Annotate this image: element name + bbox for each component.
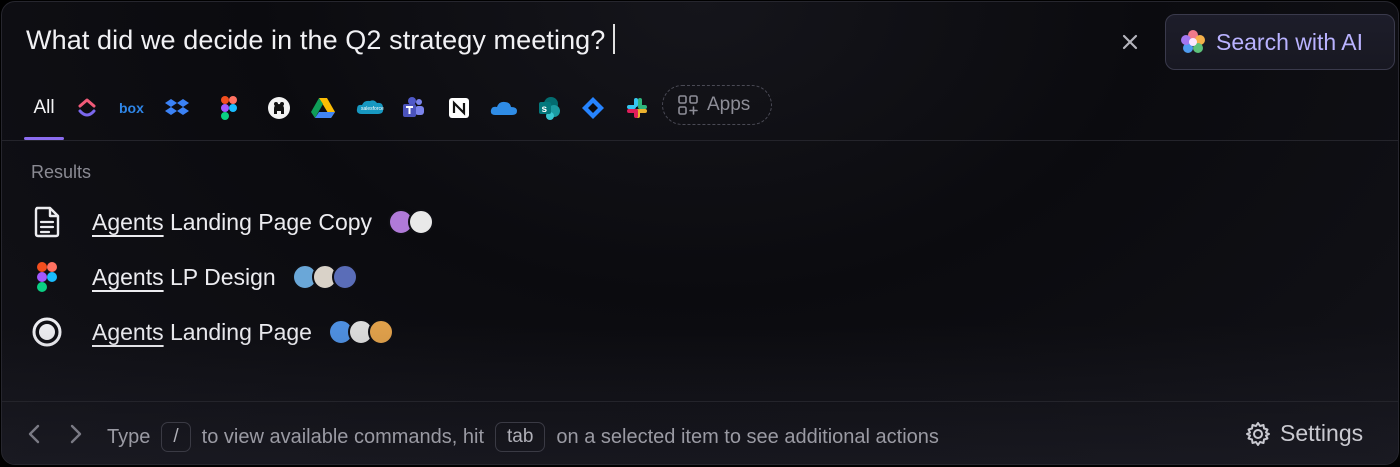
result-title: Agents Landing Page Copy <box>92 209 372 236</box>
avatar <box>367 319 394 345</box>
keyboard-hint: Type / to view available commands, hit t… <box>107 422 939 452</box>
radio-circle-icon <box>28 313 66 351</box>
hint-middle-text: to view available commands, hit <box>201 425 484 448</box>
search-with-ai-label: Search with AI <box>1216 28 1364 55</box>
svg-text:salesforce: salesforce <box>361 106 384 112</box>
box-icon[interactable]: box <box>118 95 146 121</box>
result-keyword: Agents <box>92 318 164 345</box>
salesforce-icon[interactable]: salesforce <box>356 95 384 121</box>
result-title-rest: Landing Page <box>163 318 312 345</box>
apps-grid-icon <box>678 95 698 115</box>
onedrive-icon[interactable] <box>490 95 518 121</box>
close-icon <box>1122 34 1138 50</box>
clear-search-button[interactable] <box>1118 30 1142 54</box>
google-drive-icon[interactable] <box>310 95 336 121</box>
results-section-label: Results <box>31 162 92 182</box>
gear-icon <box>1246 421 1270 446</box>
tab-key: tab <box>495 422 546 452</box>
command-palette: What did we decide in the Q2 strategy me… <box>1 1 1399 465</box>
search-with-ai-button[interactable]: Search with AI <box>1165 14 1395 70</box>
result-item[interactable]: Agents Landing Page <box>28 312 394 352</box>
search-bar: What did we decide in the Q2 strategy me… <box>2 2 1398 82</box>
result-title-rest: LP Design <box>163 263 276 290</box>
collaborator-avatars <box>327 319 394 345</box>
apps-button-label: Apps <box>707 94 751 115</box>
collaborator-avatars <box>388 209 435 235</box>
figma-icon <box>28 258 66 296</box>
dropbox-icon[interactable] <box>164 95 190 121</box>
app-filter-bar: All box salesforce s Apps <box>2 84 1398 141</box>
avatar <box>408 209 435 235</box>
forward-button[interactable] <box>64 422 86 446</box>
settings-button[interactable]: Settings <box>1245 420 1363 447</box>
result-item[interactable]: Agents LP Design <box>28 257 358 297</box>
search-input[interactable]: What did we decide in the Q2 strategy me… <box>26 24 616 56</box>
slash-key: / <box>161 422 191 452</box>
result-title: Agents Landing Page <box>92 319 312 346</box>
text-caret <box>613 24 616 54</box>
result-item[interactable]: Agents Landing Page Copy <box>28 202 435 242</box>
search-query-text: What did we decide in the Q2 strategy me… <box>26 25 606 55</box>
result-title: Agents LP Design <box>92 264 276 291</box>
figma-icon[interactable] <box>216 95 242 121</box>
avatar <box>331 264 358 290</box>
result-keyword: Agents <box>92 263 164 290</box>
chevron-right-icon <box>70 424 82 444</box>
filter-tab-all[interactable]: All <box>24 84 64 140</box>
footer-bar: Type / to view available commands, hit t… <box>2 401 1398 464</box>
ai-sparkle-icon <box>1181 30 1205 53</box>
hint-type-text: Type <box>107 425 151 448</box>
result-keyword: Agents <box>92 208 164 235</box>
filter-tab-all-label: All <box>33 97 55 118</box>
result-title-rest: Landing Page Copy <box>163 208 373 235</box>
hint-end-text: on a selected item to see additional act… <box>556 425 939 448</box>
slack-icon[interactable] <box>624 95 650 121</box>
svg-text:box: box <box>119 100 144 116</box>
add-apps-button[interactable]: Apps <box>662 85 772 125</box>
sharepoint-icon[interactable]: s <box>536 95 562 121</box>
svg-text:s: s <box>542 104 548 115</box>
settings-label: Settings <box>1280 420 1364 446</box>
chevron-left-icon <box>28 424 40 444</box>
jira-icon[interactable] <box>580 95 606 121</box>
document-icon <box>28 203 66 241</box>
notion-icon[interactable] <box>446 95 472 121</box>
collaborator-avatars <box>291 264 358 290</box>
microsoft-teams-icon[interactable] <box>400 95 426 121</box>
back-button[interactable] <box>24 422 46 446</box>
clickup-icon[interactable] <box>74 95 100 121</box>
github-icon[interactable] <box>266 95 292 121</box>
